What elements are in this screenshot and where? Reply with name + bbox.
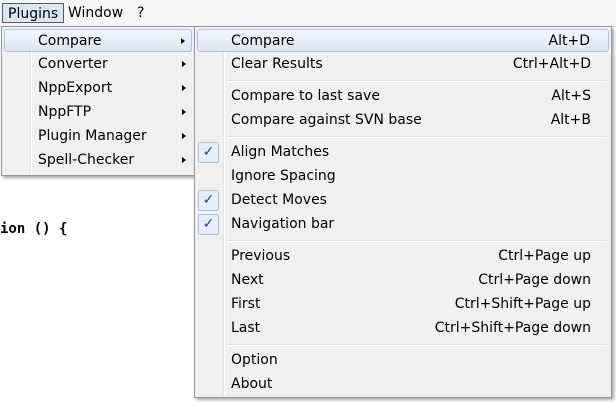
menu-item-label: Plugin Manager [38,128,147,144]
code-line: ion () { [0,221,67,237]
menu-item-shortcut: Alt+B [550,112,591,128]
check-icon: ✓ [198,142,219,163]
plugins-item-spell-checker[interactable]: Spell-Checker [4,149,192,172]
menu-gutter [223,29,225,395]
menu-item-label: First [231,296,261,312]
menu-item-shortcut: Ctrl+Alt+D [512,56,591,72]
menu-item-label: Navigation bar [231,216,335,232]
compare-item-detect-moves[interactable]: ✓ Detect Moves [197,189,609,212]
chevron-right-icon [182,133,186,139]
chevron-right-icon [182,61,186,67]
chevron-right-icon [182,109,186,115]
compare-item-align-matches[interactable]: ✓ Align Matches [197,141,609,164]
check-icon: ✓ [198,190,219,211]
menu-bar: Plugins Window ? [0,0,616,27]
chevron-right-icon [181,38,185,44]
plugins-item-plugin-manager[interactable]: Plugin Manager [4,125,192,148]
compare-item-first[interactable]: First Ctrl+Shift+Page up [197,293,609,316]
menu-item-label: Converter [38,56,108,72]
menu-separator [227,136,607,138]
menu-item-label: Last [231,320,261,336]
menu-item-shortcut: Ctrl+Shift+Page down [434,320,591,336]
menu-item-label: Align Matches [231,144,330,160]
menu-separator [227,80,607,82]
menu-item-shortcut: Ctrl+Shift+Page up [454,296,591,312]
compare-item-option[interactable]: Option [197,349,609,372]
compare-item-compare-to-last-save[interactable]: Compare to last save Alt+S [197,85,609,108]
menu-item-label: Compare against SVN base [231,112,422,128]
menu-item-shortcut: Alt+D [548,33,590,49]
menu-item-label: Ignore Spacing [231,168,336,184]
compare-item-clear-results[interactable]: Clear Results Ctrl+Alt+D [197,53,609,76]
compare-item-navigation-bar[interactable]: ✓ Navigation bar [197,213,609,236]
menu-item-shortcut: Ctrl+Page up [498,248,591,264]
menu-plugins[interactable]: Plugins [2,3,65,23]
menu-item-shortcut: Alt+S [551,88,591,104]
menu-separator [227,240,607,242]
chevron-right-icon [182,85,186,91]
chevron-right-icon [182,157,186,163]
menu-item-label: Next [231,272,264,288]
compare-item-last[interactable]: Last Ctrl+Shift+Page down [197,317,609,340]
menu-item-label: Previous [231,248,291,264]
menu-item-label: Clear Results [231,56,323,72]
compare-item-next[interactable]: Next Ctrl+Page down [197,269,609,292]
menu-help[interactable]: ? [132,3,149,23]
menu-separator [227,344,607,346]
plugins-menu: Compare Converter NppExport NppFTP Plugi… [1,26,195,176]
plugins-item-converter[interactable]: Converter [4,53,192,76]
menu-item-label: Compare [38,33,102,49]
menu-window[interactable]: Window [63,3,128,23]
menu-item-label: NppExport [38,80,113,96]
compare-item-compare-svn[interactable]: Compare against SVN base Alt+B [197,109,609,132]
plugins-item-nppexport[interactable]: NppExport [4,77,192,100]
plugins-item-nppftp[interactable]: NppFTP [4,101,192,124]
compare-item-previous[interactable]: Previous Ctrl+Page up [197,245,609,268]
check-icon: ✓ [198,214,219,235]
compare-item-ignore-spacing[interactable]: Ignore Spacing [197,165,609,188]
plugins-item-compare[interactable]: Compare [4,29,192,52]
menu-item-label: Option [231,352,278,368]
menu-item-label: NppFTP [38,104,92,120]
compare-submenu: Compare Alt+D Clear Results Ctrl+Alt+D C… [194,26,612,398]
code-text: ion () { [0,221,68,237]
menu-item-label: Spell-Checker [38,152,135,168]
menu-item-shortcut: Ctrl+Page down [478,272,591,288]
menu-item-label: Detect Moves [231,192,327,208]
menu-item-label: Compare to last save [231,88,380,104]
menu-item-label: About [231,376,273,392]
compare-item-compare[interactable]: Compare Alt+D [197,29,609,52]
menu-item-label: Compare [231,33,295,49]
compare-item-about[interactable]: About [197,373,609,396]
